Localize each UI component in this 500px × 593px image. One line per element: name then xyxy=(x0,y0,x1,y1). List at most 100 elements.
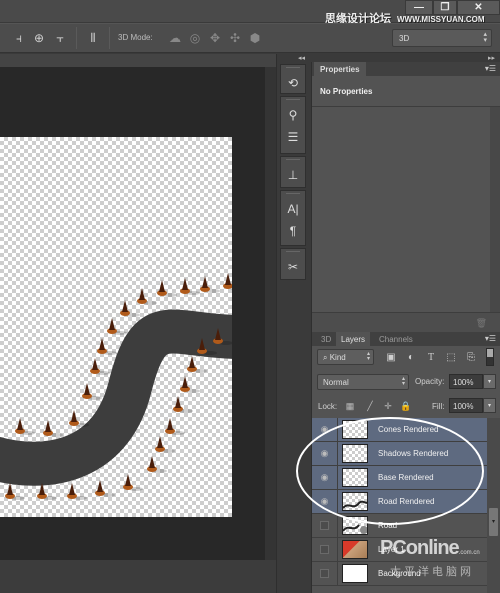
slide-3d-icon[interactable]: ✣ xyxy=(227,30,243,46)
lock-all-icon[interactable]: 🔒 xyxy=(400,400,412,412)
layers-tab-bar: 3D Layers Channels ▾☰ xyxy=(312,332,500,346)
lock-pixels-icon[interactable]: ╱ xyxy=(364,400,376,412)
collapse-dock-button[interactable]: ◂◂ xyxy=(298,54,305,62)
blend-mode-select[interactable]: Normal ▴ ▾ xyxy=(317,374,409,390)
distribute-icon[interactable]: ⫴ xyxy=(85,30,101,46)
dock-group-type: A| ¶ xyxy=(280,190,306,246)
visibility-eye-icon[interactable]: ◉ xyxy=(312,417,338,442)
cone xyxy=(122,300,128,312)
layer-row[interactable]: ◉ Cones Rendered xyxy=(312,417,488,442)
cone xyxy=(109,318,115,330)
properties-scrollbar[interactable] xyxy=(490,107,500,319)
layer-name: Road Rendered xyxy=(378,497,435,506)
layer-thumbnail xyxy=(342,516,368,535)
dock-group-clone: ⊥ xyxy=(280,156,306,188)
visibility-toggle[interactable] xyxy=(312,537,338,562)
grip[interactable] xyxy=(286,67,300,70)
layer-row[interactable]: Layer 1 xyxy=(312,537,488,562)
clone-source-icon[interactable]: ⊥ xyxy=(281,164,305,186)
rotate-3d-icon[interactable]: ☁ xyxy=(167,30,183,46)
grip[interactable] xyxy=(286,99,300,102)
filter-shape-icon[interactable]: ⬚ xyxy=(444,350,458,364)
visibility-eye-icon[interactable]: ◉ xyxy=(312,489,338,514)
properties-panel: Properties ▾☰ No Properties 🗑 xyxy=(311,62,500,332)
cone xyxy=(159,280,165,292)
layer-thumbnail xyxy=(342,564,368,583)
roll-3d-icon[interactable]: ◎ xyxy=(187,30,203,46)
filter-toggle[interactable] xyxy=(486,348,494,366)
filter-pixel-icon[interactable]: ▣ xyxy=(384,350,398,364)
opacity-dropdown-button[interactable]: ▾ xyxy=(483,374,496,389)
cone xyxy=(189,356,195,368)
panel-menu-icon[interactable]: ▾☰ xyxy=(485,334,496,343)
cone xyxy=(182,278,188,290)
tab-3d[interactable]: 3D xyxy=(316,332,336,346)
layer-row[interactable]: ◉ Shadows Rendered xyxy=(312,441,488,466)
tab-channels[interactable]: Channels xyxy=(374,332,418,346)
align-center-icon[interactable]: ⊕ xyxy=(31,30,47,46)
tools-icon[interactable]: ✂ xyxy=(281,256,305,278)
grip[interactable] xyxy=(286,251,300,254)
visibility-toggle[interactable] xyxy=(312,561,338,586)
layer-row[interactable]: Road xyxy=(312,513,488,538)
tab-layers[interactable]: Layers xyxy=(336,332,371,346)
lock-transparency-icon[interactable]: ▦ xyxy=(344,400,356,412)
grip[interactable] xyxy=(286,193,300,196)
scale-3d-icon[interactable]: ⬢ xyxy=(247,30,263,46)
layer-name: Background xyxy=(378,569,421,578)
no-properties-text: No Properties xyxy=(320,87,373,96)
cone xyxy=(225,273,231,285)
cone xyxy=(167,418,173,430)
cone xyxy=(92,358,98,370)
lock-position-icon[interactable]: ✛ xyxy=(382,400,394,412)
updown-arrows-icon: ▴ ▾ xyxy=(366,351,370,362)
opacity-input[interactable]: 100% xyxy=(449,374,483,389)
paragraph-icon[interactable]: ¶ xyxy=(281,220,305,242)
layer-thumbnail xyxy=(342,492,368,511)
layer-name: Road xyxy=(378,521,398,530)
layer-filter-select[interactable]: ⌕ Kind ▴ ▾ xyxy=(317,349,374,365)
search-icon: ⌕ xyxy=(323,353,330,362)
lock-label: Lock: xyxy=(318,402,338,411)
adjust-icon[interactable]: ☰ xyxy=(281,126,305,148)
filter-type-icon[interactable]: T xyxy=(424,350,438,364)
panel-menu-icon[interactable]: ▾☰ xyxy=(485,64,496,73)
grip[interactable] xyxy=(286,159,300,162)
fill-dropdown-button[interactable]: ▾ xyxy=(483,398,496,413)
road-thumbnail-art xyxy=(343,524,367,534)
drag-3d-icon[interactable]: ✥ xyxy=(207,30,223,46)
align-left-icon[interactable]: ⫞ xyxy=(11,30,27,46)
cone xyxy=(17,418,23,430)
cone xyxy=(175,396,181,408)
layer-row[interactable]: Background xyxy=(312,561,488,586)
scroll-thumb[interactable]: ▾ xyxy=(489,508,498,536)
visibility-eye-icon[interactable]: ◉ xyxy=(312,465,338,490)
align-right-icon[interactable]: ⫟ xyxy=(52,30,68,46)
cone xyxy=(7,483,13,495)
layer-row[interactable]: ◉ Road Rendered xyxy=(312,489,488,514)
workspace-select[interactable]: 3D ▴ ▾ xyxy=(392,29,492,47)
visibility-toggle[interactable] xyxy=(312,513,338,538)
history-icon[interactable]: ⟲ xyxy=(281,72,305,94)
cone xyxy=(139,288,145,300)
blend-mode-value: Normal xyxy=(323,378,349,387)
layer-row[interactable]: ◉ Base Rendered xyxy=(312,465,488,490)
cone xyxy=(84,383,90,395)
filter-adjustment-icon[interactable]: ◐ xyxy=(404,350,418,364)
expand-panels-button[interactable]: ▸▸ xyxy=(488,54,495,62)
trash-icon[interactable]: 🗑 xyxy=(476,318,487,329)
layers-scrollbar[interactable]: ▾ xyxy=(487,418,500,593)
updown-arrows-icon: ▴ ▾ xyxy=(401,376,405,387)
road-thumbnail-art xyxy=(343,500,367,509)
layer-thumbnail xyxy=(342,444,368,463)
document-canvas[interactable] xyxy=(0,137,232,517)
cone xyxy=(99,338,105,350)
fill-input[interactable]: 100% xyxy=(449,398,483,413)
brushes-icon[interactable]: ⚲ xyxy=(281,104,305,126)
character-icon[interactable]: A| xyxy=(281,198,305,220)
workspace-select-value: 3D xyxy=(399,34,410,43)
separator xyxy=(76,27,77,49)
filter-smart-object-icon[interactable]: ⎘ xyxy=(464,350,478,364)
tab-properties[interactable]: Properties xyxy=(314,62,366,76)
visibility-eye-icon[interactable]: ◉ xyxy=(312,441,338,466)
